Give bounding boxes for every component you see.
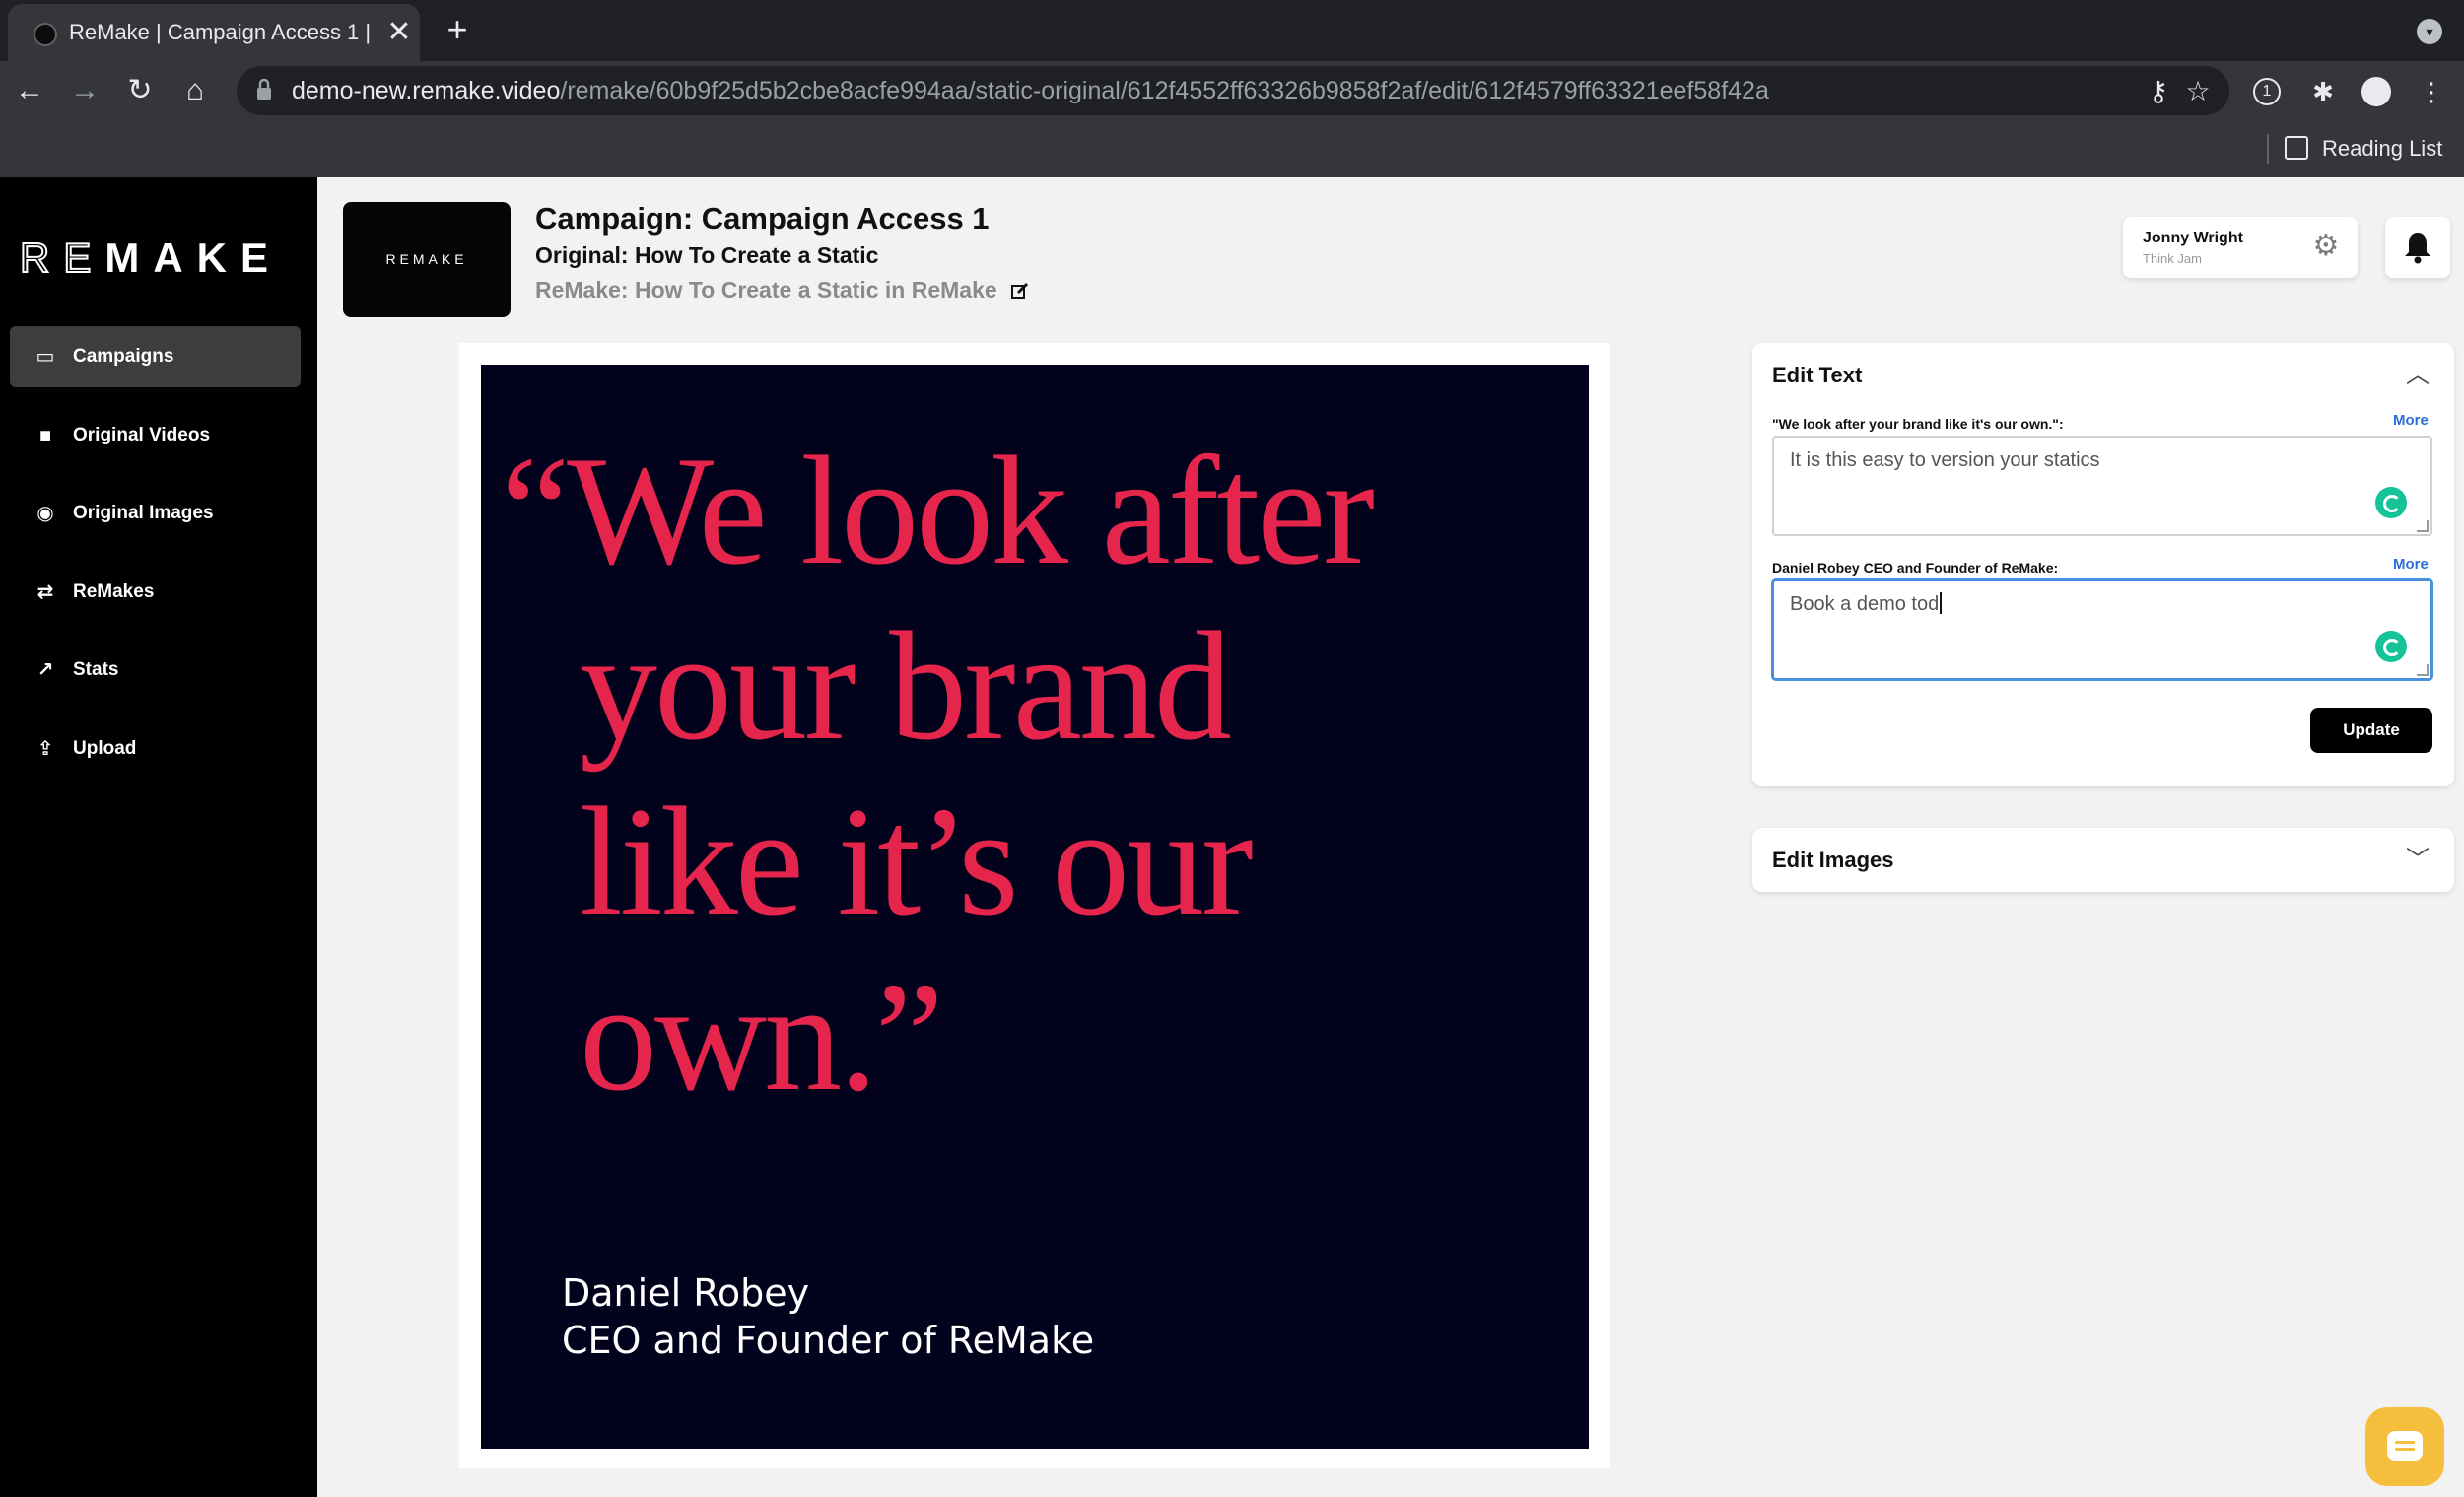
forward-arrow-icon[interactable]: →	[65, 71, 104, 110]
user-name: Jonny Wright	[2143, 230, 2243, 246]
update-button[interactable]: Update	[2310, 708, 2432, 753]
static-artwork: “We look after your brand like it’s our …	[481, 365, 1589, 1449]
sidebar-item-label: Stats	[73, 659, 119, 680]
upload-icon: ⇪	[36, 738, 54, 760]
reload-icon[interactable]: ↻	[120, 71, 160, 110]
chat-support-button[interactable]	[2365, 1407, 2444, 1486]
extensions-puzzle-icon[interactable]: ✱	[2306, 75, 2340, 108]
sidebar-item-remakes[interactable]: ⇄ ReMakes	[10, 562, 301, 623]
more-link-author[interactable]: More	[2393, 556, 2429, 573]
new-tab-icon[interactable]: +	[440, 12, 475, 47]
edit-pencil-icon[interactable]	[1011, 282, 1029, 300]
user-menu[interactable]: Jonny Wright Think Jam ⚙	[2123, 217, 2358, 278]
camera-icon: ◉	[36, 503, 54, 524]
original-title: Original: How To Create a Static	[535, 242, 879, 268]
url-path: /remake/60b9f25d5b2cbe8acfe994aa/static-…	[560, 77, 1769, 104]
bookmark-star-icon[interactable]: ☆	[2182, 76, 2214, 107]
author-text-field[interactable]: Book a demo tod	[1772, 579, 2432, 680]
browser-toolbar: ← → ↻ ⌂ demo-new.remake.video/remake/60b…	[0, 61, 2464, 120]
edit-images-title: Edit Images	[1772, 848, 1894, 872]
browser-tab[interactable]: ReMake | Campaign Access 1 | ✕	[8, 4, 420, 61]
quote-text: “We look after your brand like it’s our …	[501, 424, 1545, 1125]
reading-list-button[interactable]: Reading List	[2285, 132, 2442, 166]
sidebar-item-label: Original Videos	[73, 425, 211, 445]
back-arrow-icon[interactable]: ←	[10, 71, 49, 110]
quote-author-role: CEO and Founder of ReMake	[562, 1319, 1095, 1362]
tab-close-icon[interactable]: ✕	[382, 16, 416, 49]
sidebar-item-original-images[interactable]: ◉ Original Images	[10, 483, 301, 544]
more-link-quote[interactable]: More	[2393, 412, 2429, 429]
quote-text-value: It is this easy to version your statics	[1790, 449, 2100, 471]
sidebar-item-label: Original Images	[73, 503, 214, 523]
quote-text-field[interactable]: It is this easy to version your statics	[1772, 436, 2432, 536]
profile-avatar-icon[interactable]	[2361, 77, 2391, 106]
remake-title-text: ReMake: How To Create a Static in ReMake	[535, 277, 997, 303]
grammarly-icon[interactable]	[2375, 487, 2407, 518]
field-label-author: Daniel Robey CEO and Founder of ReMake:	[1772, 560, 2059, 576]
repeat-icon: ⇄	[36, 581, 54, 603]
grammarly-icon[interactable]	[2375, 631, 2407, 662]
bookmark-bar: Reading List	[0, 120, 2464, 177]
quote-line: own.”	[580, 951, 944, 1123]
address-bar[interactable]: demo-new.remake.video/remake/60b9f25d5b2…	[237, 66, 2229, 115]
chart-line-icon: ↗	[36, 659, 54, 681]
quote-line: “We look after	[501, 425, 1375, 597]
author-text-value: Book a demo tod	[1790, 591, 1943, 616]
monitor-icon: ▭	[35, 346, 55, 368]
tab-title: ReMake | Campaign Access 1 |	[69, 20, 372, 44]
edit-text-panel: Edit Text ︿ "We look after your brand li…	[1752, 343, 2454, 786]
quote-author-name: Daniel Robey	[562, 1271, 810, 1315]
sidebar-item-upload[interactable]: ⇪ Upload	[10, 718, 301, 780]
bookmark-divider	[2267, 134, 2269, 164]
chevron-up-icon[interactable]: ︿	[2403, 361, 2432, 390]
text-caret	[1940, 591, 1943, 614]
url-text[interactable]: demo-new.remake.video/remake/60b9f25d5b2…	[292, 77, 1769, 105]
edit-images-panel[interactable]: Edit Images ﹀	[1752, 828, 2454, 892]
sidebar-item-label: Campaigns	[73, 346, 174, 367]
video-camera-icon: ■	[38, 425, 52, 446]
key-icon[interactable]: ⚷	[2143, 76, 2174, 107]
bell-icon	[2405, 233, 2430, 264]
reading-list-icon	[2285, 136, 2308, 161]
resize-handle-icon[interactable]	[2417, 520, 2429, 532]
onepassword-extension-icon[interactable]: 1	[2253, 78, 2281, 105]
sidebar-item-original-videos[interactable]: ■ Original Videos	[10, 405, 301, 466]
sidebar-item-label: ReMakes	[73, 581, 155, 602]
sidebar-item-stats[interactable]: ↗ Stats	[10, 640, 301, 701]
lock-icon[interactable]	[256, 78, 272, 102]
tab-favicon-icon	[34, 23, 57, 46]
resize-handle-icon[interactable]	[2417, 664, 2429, 676]
quote-line: your brand	[580, 600, 1232, 773]
static-preview-frame: “We look after your brand like it’s our …	[459, 343, 1610, 1468]
chat-icon	[2387, 1431, 2423, 1461]
remake-title: ReMake: How To Create a Static in ReMake	[535, 277, 1029, 304]
quote-line: like it’s our	[580, 776, 1254, 948]
browser-tab-bar: ReMake | Campaign Access 1 | ✕ + ▾	[0, 0, 2464, 61]
edit-text-title: Edit Text	[1772, 363, 1863, 387]
chevron-down-icon[interactable]: ﹀	[2403, 846, 2432, 875]
gear-icon[interactable]: ⚙	[2310, 231, 2342, 262]
page-title: Campaign: Campaign Access 1	[535, 201, 990, 236]
url-host: demo-new.remake.video	[292, 77, 561, 104]
field-label-quote: "We look after your brand like it's our …	[1772, 416, 2064, 432]
sidebar-item-campaigns[interactable]: ▭ Campaigns	[10, 326, 301, 387]
sidebar: REMAKE ▭ Campaigns ■ Original Videos ◉ O…	[0, 177, 317, 1497]
reading-list-label: Reading List	[2322, 136, 2443, 161]
notifications-button[interactable]	[2385, 217, 2450, 278]
sidebar-item-label: Upload	[73, 738, 137, 759]
main-content: REMAKE Campaign: Campaign Access 1 Origi…	[317, 177, 2464, 1497]
kebab-menu-icon[interactable]: ⋮	[2415, 75, 2448, 108]
user-organization: Think Jam	[2143, 251, 2202, 266]
tab-search-icon[interactable]: ▾	[2417, 19, 2442, 44]
campaign-thumbnail: REMAKE	[343, 202, 511, 317]
home-icon[interactable]: ⌂	[175, 71, 215, 110]
remake-logo[interactable]: REMAKE	[19, 234, 282, 282]
